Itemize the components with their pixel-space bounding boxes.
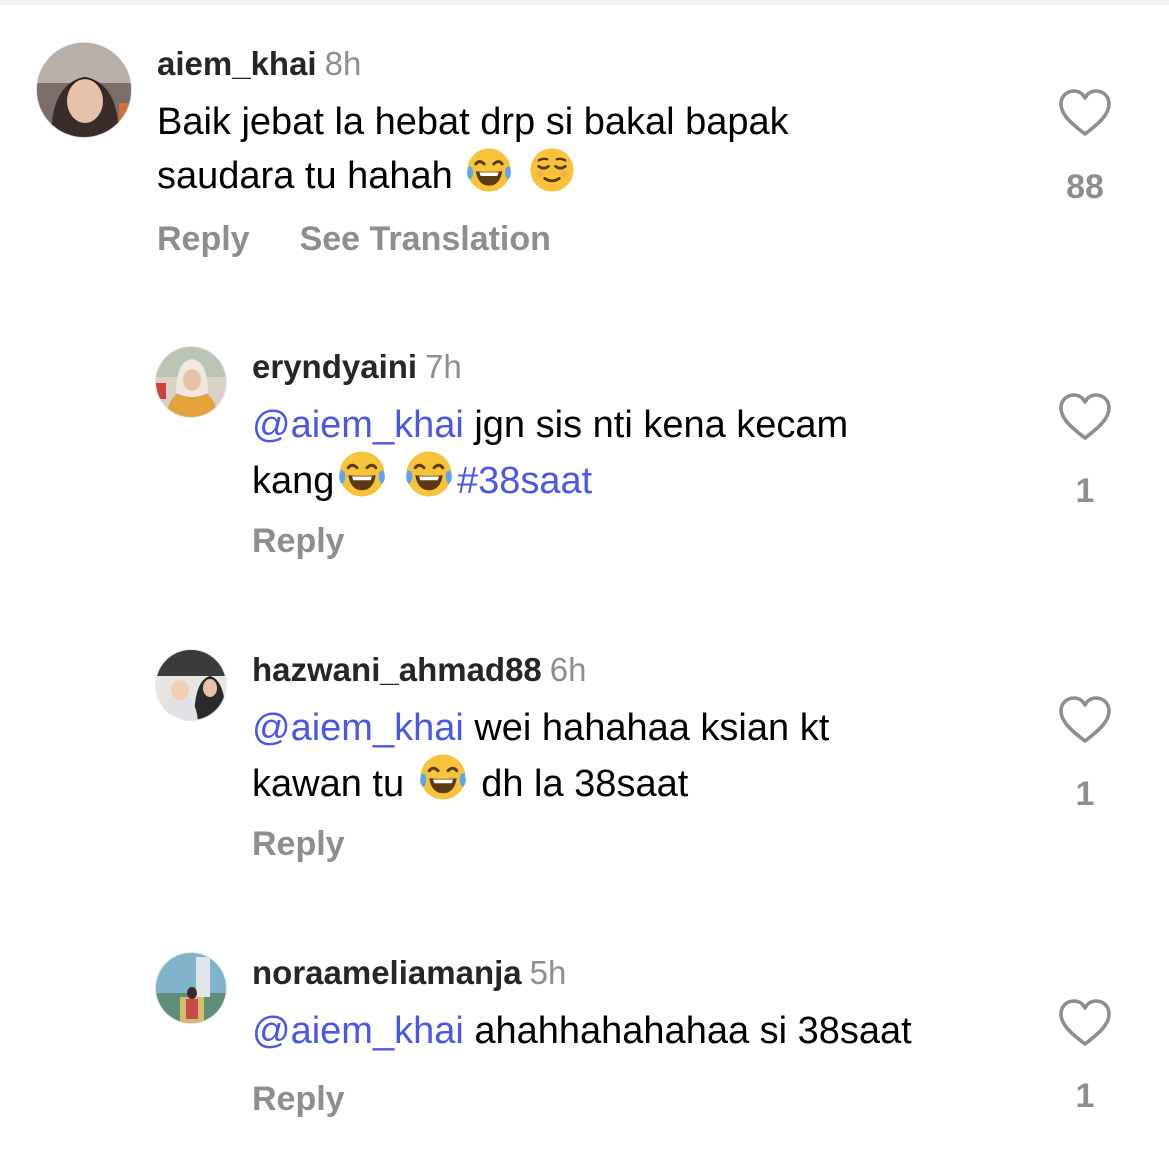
- reply-button[interactable]: Reply: [252, 1080, 345, 1118]
- comment-text: @aiem_khai wei hahahaa ksian kt kawan tu…: [252, 704, 829, 808]
- comment-text-line: Baik jebat la hebat drp si bakal bapak: [157, 101, 789, 143]
- reply-button[interactable]: Reply: [157, 220, 250, 258]
- see-translation-button[interactable]: See Translation: [300, 220, 551, 258]
- heart-outline-icon[interactable]: [1058, 998, 1112, 1048]
- heart-outline-icon[interactable]: [1058, 392, 1112, 442]
- username[interactable]: hazwani_ahmad88: [252, 651, 542, 688]
- reply-button[interactable]: Reply: [252, 825, 345, 863]
- comment-text-line-2: kawan tu dh la 38saat: [252, 752, 829, 808]
- timestamp: 8h: [324, 45, 362, 82]
- comment-text: Baik jebat la hebat drp si bakal bapak s…: [157, 98, 789, 200]
- like-count: 1: [1075, 472, 1095, 510]
- username[interactable]: aiem_khai: [157, 45, 317, 82]
- username[interactable]: eryndyaini: [252, 348, 417, 385]
- reply-button[interactable]: Reply: [252, 522, 345, 560]
- like-count: 88: [1066, 168, 1104, 206]
- heart-outline-icon[interactable]: [1058, 695, 1112, 745]
- like-count: 1: [1075, 1077, 1095, 1115]
- timestamp: 5h: [529, 954, 567, 991]
- comment-text-segment-3: dh la 38saat: [470, 763, 689, 805]
- avatar[interactable]: [155, 346, 227, 418]
- hashtag-link[interactable]: #38saat: [457, 460, 592, 502]
- comment-text-line-2: kang #38saat: [252, 449, 848, 505]
- comment-text-segment-2: kang: [252, 460, 335, 502]
- like-count: 1: [1075, 775, 1095, 813]
- mention-link[interactable]: @aiem_khai: [252, 404, 464, 446]
- face-with-tears-of-joy-icon: [465, 146, 513, 194]
- comment-text: @aiem_khai ahahhahahahaa si 38saat: [252, 1007, 912, 1055]
- comment-text-segment-2: kawan tu: [252, 763, 415, 805]
- username[interactable]: noraameliamanja: [252, 954, 522, 991]
- face-with-tears-of-joy-icon: [403, 449, 455, 499]
- comment-text-line: @aiem_khai jgn sis nti kena kecam: [252, 401, 848, 449]
- avatar[interactable]: [155, 649, 227, 721]
- mention-link[interactable]: @aiem_khai: [252, 707, 464, 749]
- comment-text: @aiem_khai jgn sis nti kena kecam kang #…: [252, 401, 848, 505]
- comment-text-line-2: saudara tu hahah: [157, 146, 789, 200]
- comment-aiem-khai: aiem_khai 8h Baik jebat la hebat drp si b…: [0, 0, 1169, 290]
- avatar[interactable]: [155, 952, 227, 1024]
- timestamp: 6h: [549, 651, 587, 688]
- comment-text-line: @aiem_khai wei hahahaa ksian kt: [252, 704, 829, 752]
- timestamp: 7h: [425, 348, 462, 385]
- mention-link[interactable]: @aiem_khai: [252, 1010, 464, 1052]
- avatar[interactable]: [36, 42, 132, 138]
- comment-text-segment: jgn sis nti kena kecam: [463, 404, 849, 446]
- face-with-tears-of-joy-icon: [336, 449, 388, 499]
- comment-text-line: @aiem_khai ahahhahahahaa si 38saat: [252, 1007, 912, 1055]
- face-with-tears-of-joy-icon: [417, 752, 469, 802]
- heart-outline-icon[interactable]: [1058, 88, 1112, 138]
- comment-text-segment: ahahhahahahaa si 38saat: [463, 1010, 912, 1052]
- relieved-face-icon: [528, 146, 576, 194]
- comment-text-segment: wei hahahaa ksian kt: [463, 707, 830, 749]
- comment-text-line-2-text: saudara tu hahah: [157, 155, 453, 197]
